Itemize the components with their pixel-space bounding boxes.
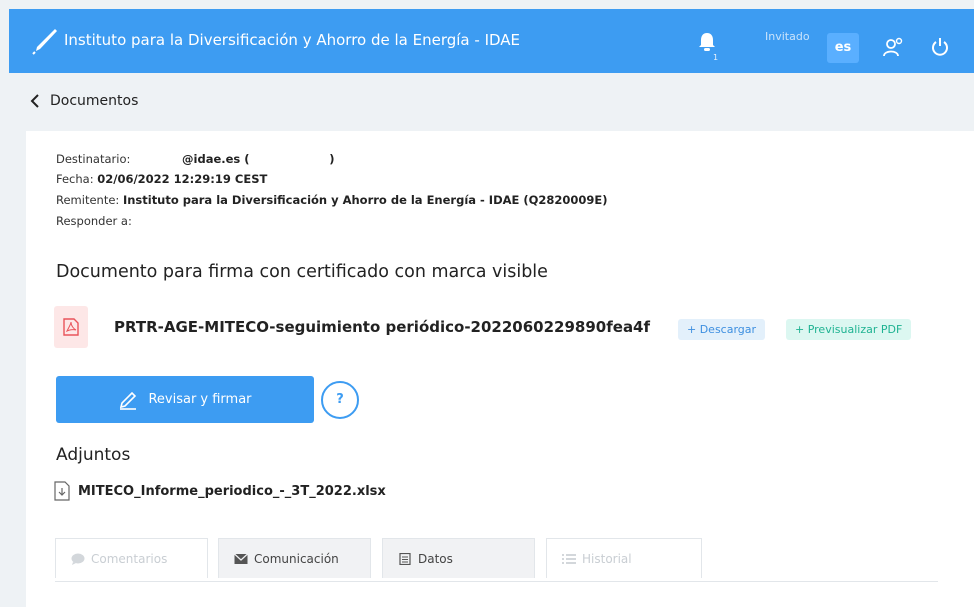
- date-value: 02/06/2022 12:29:19 CEST: [97, 172, 268, 186]
- document-title: Documento para firma con certificado con…: [56, 262, 548, 282]
- attachment-item[interactable]: MITECO_Informe_periodico_-_3T_2022.xlsx: [54, 481, 386, 501]
- top-header: Instituto para la Diversificación y Ahor…: [9, 9, 974, 73]
- recipient-line: Destinatario: @idae.es ( ): [56, 152, 334, 166]
- tab-comunicacion[interactable]: Comunicación: [218, 538, 371, 578]
- tabs-divider: [55, 581, 938, 582]
- tab-comentarios[interactable]: Comentarios: [55, 538, 208, 578]
- sender-value: Instituto para la Diversificación y Ahor…: [122, 193, 608, 207]
- power-icon[interactable]: [930, 37, 950, 57]
- language-button[interactable]: es: [827, 33, 859, 63]
- reply-label: Responder a:: [56, 214, 132, 228]
- sign-button-label: Revisar y firmar: [148, 392, 252, 407]
- date-label: Fecha:: [56, 172, 94, 186]
- sender-line: Remitente: Instituto para la Diversifica…: [56, 193, 608, 207]
- recipient-close: ): [329, 152, 335, 166]
- user-role-label: Invitado: [765, 30, 810, 43]
- tab-label: Comentarios: [91, 551, 168, 566]
- sender-label: Remitente:: [56, 193, 120, 207]
- app-title: Instituto para la Diversificación y Ahor…: [64, 31, 521, 49]
- preview-pdf-button[interactable]: + Previsualizar PDF: [786, 319, 912, 340]
- attachments-title: Adjuntos: [56, 445, 131, 465]
- envelope-icon: [234, 553, 248, 564]
- pdf-badge: [54, 306, 88, 348]
- notification-count: 1: [713, 53, 719, 62]
- breadcrumb-label[interactable]: Documentos: [50, 93, 138, 109]
- document-file-name: PRTR-AGE-MITECO-seguimiento periódico-20…: [114, 318, 651, 336]
- recipient-value: @idae.es (: [182, 152, 250, 166]
- file-download-icon: [54, 481, 70, 501]
- attachment-name[interactable]: MITECO_Informe_periodico_-_3T_2022.xlsx: [78, 484, 386, 499]
- download-button[interactable]: + Descargar: [678, 319, 766, 340]
- list-icon: [562, 553, 576, 564]
- document-icon: [399, 552, 411, 565]
- user-settings-icon[interactable]: [882, 36, 904, 58]
- tab-datos[interactable]: Datos: [382, 538, 535, 578]
- recipient-label: Destinatario:: [56, 152, 131, 166]
- reply-line: Responder a:: [56, 214, 132, 228]
- tab-label: Historial: [582, 551, 632, 566]
- tab-historial[interactable]: Historial: [546, 538, 702, 578]
- pdf-file-icon: [63, 318, 79, 336]
- tab-label: Datos: [418, 551, 453, 566]
- comment-icon: [71, 553, 85, 565]
- breadcrumb[interactable]: Documentos: [30, 93, 138, 109]
- chevron-left-icon[interactable]: [30, 94, 40, 108]
- date-line: Fecha: 02/06/2022 12:29:19 CEST: [56, 172, 267, 186]
- pen-logo-icon: [32, 29, 57, 55]
- review-and-sign-button[interactable]: Revisar y firmar: [56, 376, 314, 423]
- tab-label: Comunicación: [254, 551, 339, 566]
- document-card: Destinatario: @idae.es ( ) Fecha: 02/06/…: [26, 131, 974, 607]
- bell-icon[interactable]: [696, 31, 718, 53]
- help-button[interactable]: ?: [321, 381, 359, 419]
- pen-icon: [120, 391, 137, 410]
